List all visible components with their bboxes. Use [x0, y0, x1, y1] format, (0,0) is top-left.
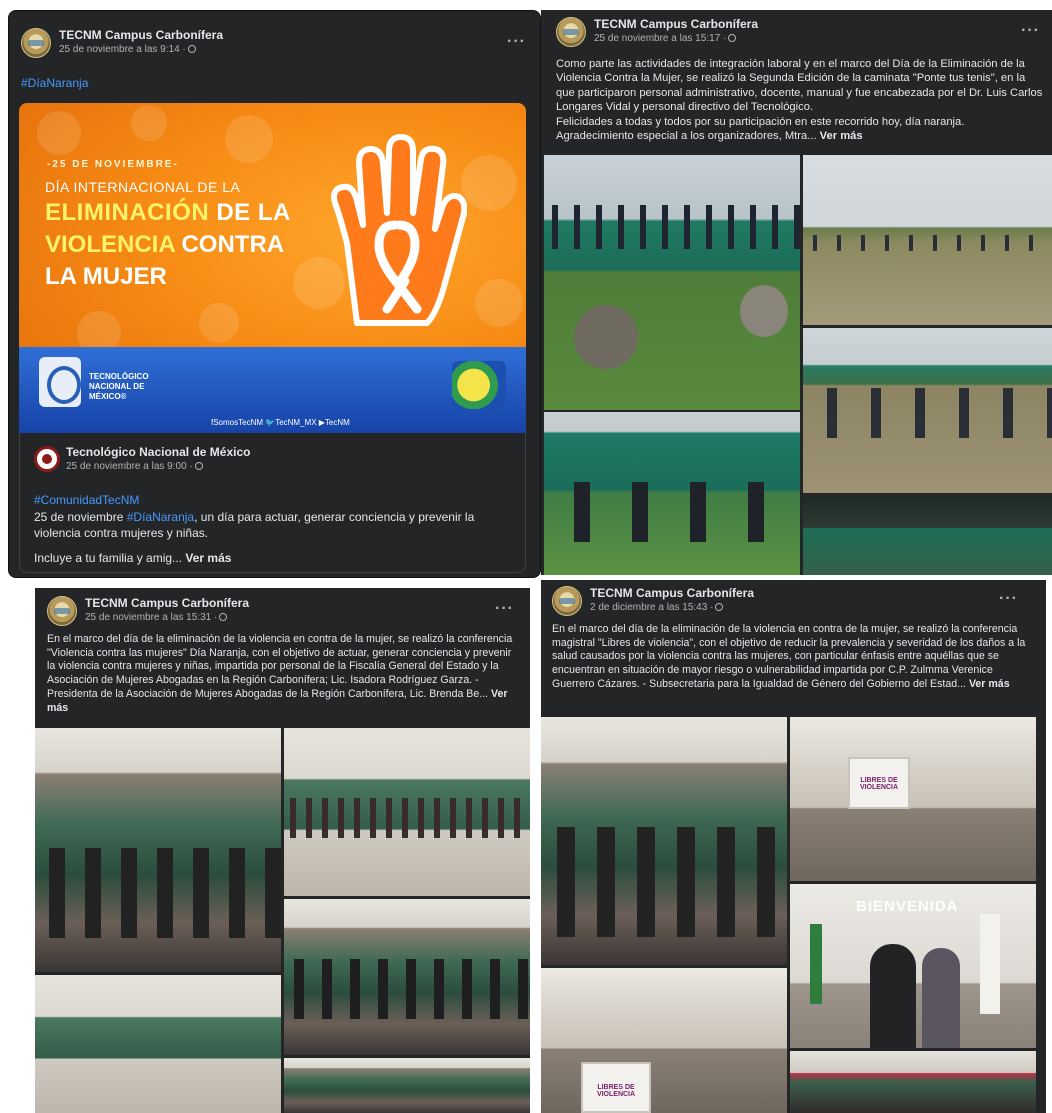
post-header: TECNM Campus Carbonífera 2 de diciembre …: [552, 586, 754, 616]
welcome-text: BIENVENIDA: [856, 898, 959, 915]
time-text[interactable]: 25 de noviembre a las 9:14 ·: [59, 44, 186, 55]
more-options-icon[interactable]: ···: [507, 33, 526, 51]
avatar[interactable]: [21, 28, 51, 58]
globe-icon: [187, 45, 196, 53]
photo-speaker-stage[interactable]: LIBRES DE VIOLENCIA: [790, 717, 1036, 881]
post-timestamp[interactable]: 25 de noviembre a las 9:14 ·: [59, 43, 223, 56]
avatar[interactable]: [552, 586, 582, 616]
see-more-link[interactable]: Ver más: [820, 130, 863, 142]
photo-welcome[interactable]: BIENVENIDA: [790, 884, 1036, 1048]
shared-text-more: Incluye a tu familia y amig... Ver más: [34, 551, 232, 565]
banner-line3: VIOLENCIA CONTRA: [45, 231, 285, 258]
photo-walk-group[interactable]: [544, 155, 800, 410]
banner-footer: TECNOLÓGICO NACIONAL DE MÉXICO® fSomosTe…: [19, 347, 526, 433]
post-timestamp[interactable]: 25 de noviembre a las 15:31 ·: [85, 611, 249, 624]
post-timestamp[interactable]: 25 de noviembre a las 15:17 ·: [594, 32, 758, 45]
projection-slide-2: LIBRES DE VIOLENCIA: [581, 1062, 651, 1113]
shared-hashtag[interactable]: #ComunidadTecNM: [34, 493, 139, 507]
photo-podium[interactable]: [790, 1051, 1036, 1113]
shared-page-name[interactable]: Tecnológico Nacional de México: [66, 445, 250, 459]
banner-date: -25 DE NOVIEMBRE-: [47, 159, 179, 170]
photo-stretching[interactable]: [544, 412, 800, 575]
social-handles: fSomosTecNM 🐦TecNM_MX ▶TecNM: [211, 418, 350, 427]
anniversary-badge-logo: [452, 361, 506, 409]
post-text: En el marco del día de la eliminación de…: [47, 633, 513, 714]
institution-name: TECNOLÓGICO NACIONAL DE MÉXICO®: [89, 372, 149, 401]
more-options-icon[interactable]: ···: [495, 600, 514, 618]
more-options-icon[interactable]: ···: [999, 590, 1018, 608]
hashtag-link[interactable]: #DíaNaranja: [21, 76, 88, 90]
photo-recognition[interactable]: [541, 717, 787, 965]
projection-slide: LIBRES DE VIOLENCIA: [848, 757, 910, 809]
shared-text: 25 de noviembre #DíaNaranja, un día para…: [34, 510, 475, 540]
avatar[interactable]: [47, 596, 77, 626]
post-text: Como parte las actividades de integració…: [556, 58, 1043, 143]
photo-hall[interactable]: [35, 975, 281, 1113]
more-options-icon[interactable]: ···: [1021, 22, 1040, 40]
banner-image[interactable]: -25 DE NOVIEMBRE- DÍA INTERNACIONAL DE L…: [19, 103, 526, 433]
globe-icon: [219, 613, 228, 621]
post-libres-de-violencia: TECNM Campus Carbonífera 2 de diciembre …: [541, 580, 1046, 1113]
page-name[interactable]: TECNM Campus Carbonífera: [590, 586, 754, 601]
post-timestamp[interactable]: 2 de diciembre a las 15:43 ·: [590, 601, 754, 614]
post-text: En el marco del día de la eliminación de…: [552, 623, 1026, 690]
photo-hall-2[interactable]: [284, 1058, 530, 1113]
hand-ribbon-icon: [331, 134, 467, 326]
page-name[interactable]: TECNM Campus Carbonífera: [85, 596, 249, 611]
globe-icon: [715, 603, 724, 611]
photo-conference-hall[interactable]: LIBRES DE VIOLENCIA: [541, 968, 787, 1113]
shared-avatar[interactable]: [34, 446, 60, 472]
page-name[interactable]: TECNM Campus Carbonífera: [59, 28, 223, 43]
avatar[interactable]: [556, 17, 586, 47]
photo-audience-rows[interactable]: [284, 899, 530, 1055]
see-more-link[interactable]: Ver más: [185, 551, 231, 565]
post-header: TECNM Campus Carbonífera 25 de noviembre…: [47, 596, 249, 626]
post-caminata: TECNM Campus Carbonífera 25 de noviembre…: [541, 10, 1052, 575]
banner-line1: DÍA INTERNACIONAL DE LA: [45, 179, 241, 195]
photo-field-walkers[interactable]: [803, 328, 1052, 493]
banner-line2: ELIMINACIÓN DE LA: [45, 199, 291, 226]
photo-auditorium[interactable]: [284, 728, 530, 896]
post-header: TECNM Campus Carbonífera 25 de noviembre…: [556, 17, 758, 47]
page-name[interactable]: TECNM Campus Carbonífera: [594, 17, 758, 32]
shared-timestamp[interactable]: 25 de noviembre a las 9:00 ·: [66, 461, 203, 472]
globe-icon: [194, 462, 203, 470]
photo-audience-group[interactable]: [35, 728, 281, 972]
banner-line4: LA MUJER: [45, 263, 167, 290]
tecnm-logo: [39, 357, 81, 407]
globe-icon: [728, 34, 737, 42]
post-header: TECNM Campus Carbonífera 25 de noviembre…: [21, 28, 223, 58]
inline-hashtag[interactable]: #DíaNaranja: [127, 510, 194, 524]
photo-fence[interactable]: [803, 496, 1052, 575]
shared-post[interactable]: Tecnológico Nacional de México 25 de nov…: [19, 433, 526, 573]
post-dia-naranja: TECNM Campus Carbonífera 25 de noviembre…: [8, 10, 541, 578]
post-conferencia: TECNM Campus Carbonífera 25 de noviembre…: [35, 588, 530, 1113]
photo-field-walk[interactable]: [803, 155, 1052, 325]
see-more-link[interactable]: Ver más: [969, 678, 1010, 690]
